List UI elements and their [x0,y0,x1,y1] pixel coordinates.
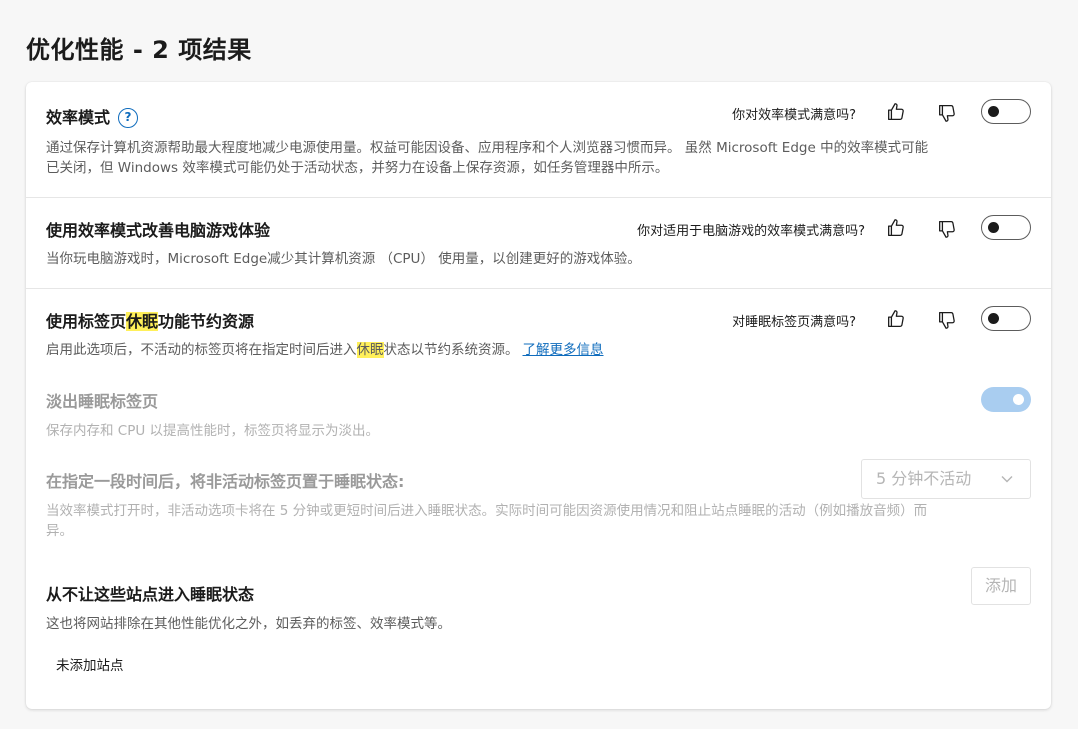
efficiency-mode-heading: 效率模式? [46,104,139,128]
chevron-down-icon [1001,476,1013,483]
thumbs-down-icon[interactable] [936,102,958,124]
gaming-feedback-question: 你对适用于电脑游戏的效率模式满意吗? [637,224,865,239]
divider [26,197,1051,198]
never-sleep-description: 这也将网站排除在其他性能优化之外，如丢弃的标签、效率模式等。 [46,616,451,632]
toggle-knob [988,106,999,117]
sleeping-title-highlight: 休眠 [126,312,159,331]
gaming-heading: 使用效率模式改善电脑游戏体验 [46,221,271,240]
toggle-knob [988,313,999,324]
gaming-toggle[interactable] [981,215,1031,240]
thumbs-up-icon[interactable] [885,101,907,123]
toggle-knob [1013,394,1024,405]
thumbs-up-icon[interactable] [885,217,907,239]
efficiency-desc-line-1: 通过保存计算机资源帮助最大程度地减少电源使用量。权益可能因设备、应用程序和个人浏… [46,140,929,156]
divider [26,288,1051,289]
efficiency-desc-line-2: 已关闭，但 Windows 效率模式可能仍处于活动状态，并努力在设备上保存资源，… [46,160,669,176]
no-sites-added-text: 未添加站点 [56,658,124,674]
sleeping-tabs-toggle[interactable] [981,306,1031,331]
fade-sleeping-tabs-toggle[interactable] [981,387,1031,412]
sleeping-feedback-question: 对睡眠标签页满意吗? [732,315,856,330]
fade-sleeping-tabs-heading: 淡出睡眠标签页 [46,392,159,411]
sleeping-title-part: 功能节约资源 [158,312,255,331]
sleeping-desc-highlight: 休眠 [356,342,384,358]
toggle-knob [988,222,999,233]
sleeping-title-part: 使用标签页 [46,312,127,331]
gaming-description: 当你玩电脑游戏时，Microsoft Edge减少其计算机资源 （CPU） 使用… [46,251,641,267]
thumbs-down-icon[interactable] [936,309,958,331]
settings-card: 效率模式? 你对效率模式满意吗? 通过保存计算机资源帮助最大程度地减少电源使用量… [26,82,1051,709]
efficiency-mode-title: 效率模式 [46,108,111,127]
timeout-desc-line-2: 异。 [46,523,73,539]
never-sleep-sites-heading: 从不让这些站点进入睡眠状态 [46,585,255,604]
help-icon[interactable]: ? [118,108,139,128]
thumbs-down-icon[interactable] [936,218,958,240]
efficiency-feedback-question: 你对效率模式满意吗? [732,108,856,123]
efficiency-mode-description: 通过保存计算机资源帮助最大程度地减少电源使用量。权益可能因设备、应用程序和个人浏… [46,138,928,178]
sleeping-tabs-description: 启用此选项后，不活动的标签页将在指定时间后进入休眠状态以节约系统资源。 了解更多信… [46,340,604,360]
timeout-desc-line-1: 当效率模式打开时，非活动选项卡将在 5 分钟或更短时间后进入睡眠状态。实际时间可… [46,503,928,519]
learn-more-link[interactable]: 了解更多信息 [523,342,604,358]
sleeping-desc-part: 启用此选项后，不活动的标签页将在指定时间后进入 [46,342,357,358]
page-title: 优化性能 - 2 项结果 [26,36,252,64]
sleep-timeout-value: 5 分钟不活动 [876,469,972,488]
sleep-timeout-select[interactable]: 5 分钟不活动 [861,459,1031,499]
sleeping-desc-part: 状态以节约系统资源。 [383,342,519,358]
thumbs-up-icon[interactable] [885,308,907,330]
fade-description: 保存内存和 CPU 以提高性能时，标签页将显示为淡出。 [46,423,380,439]
sleep-timeout-description: 当效率模式打开时，非活动选项卡将在 5 分钟或更短时间后进入睡眠状态。实际时间可… [46,501,1036,541]
sleeping-tabs-heading: 使用标签页休眠功能节约资源 [46,308,254,332]
add-site-button[interactable]: 添加 [971,567,1031,605]
efficiency-mode-toggle[interactable] [981,99,1031,124]
sleep-timeout-heading: 在指定一段时间后，将非活动标签页置于睡眠状态: [46,472,405,491]
